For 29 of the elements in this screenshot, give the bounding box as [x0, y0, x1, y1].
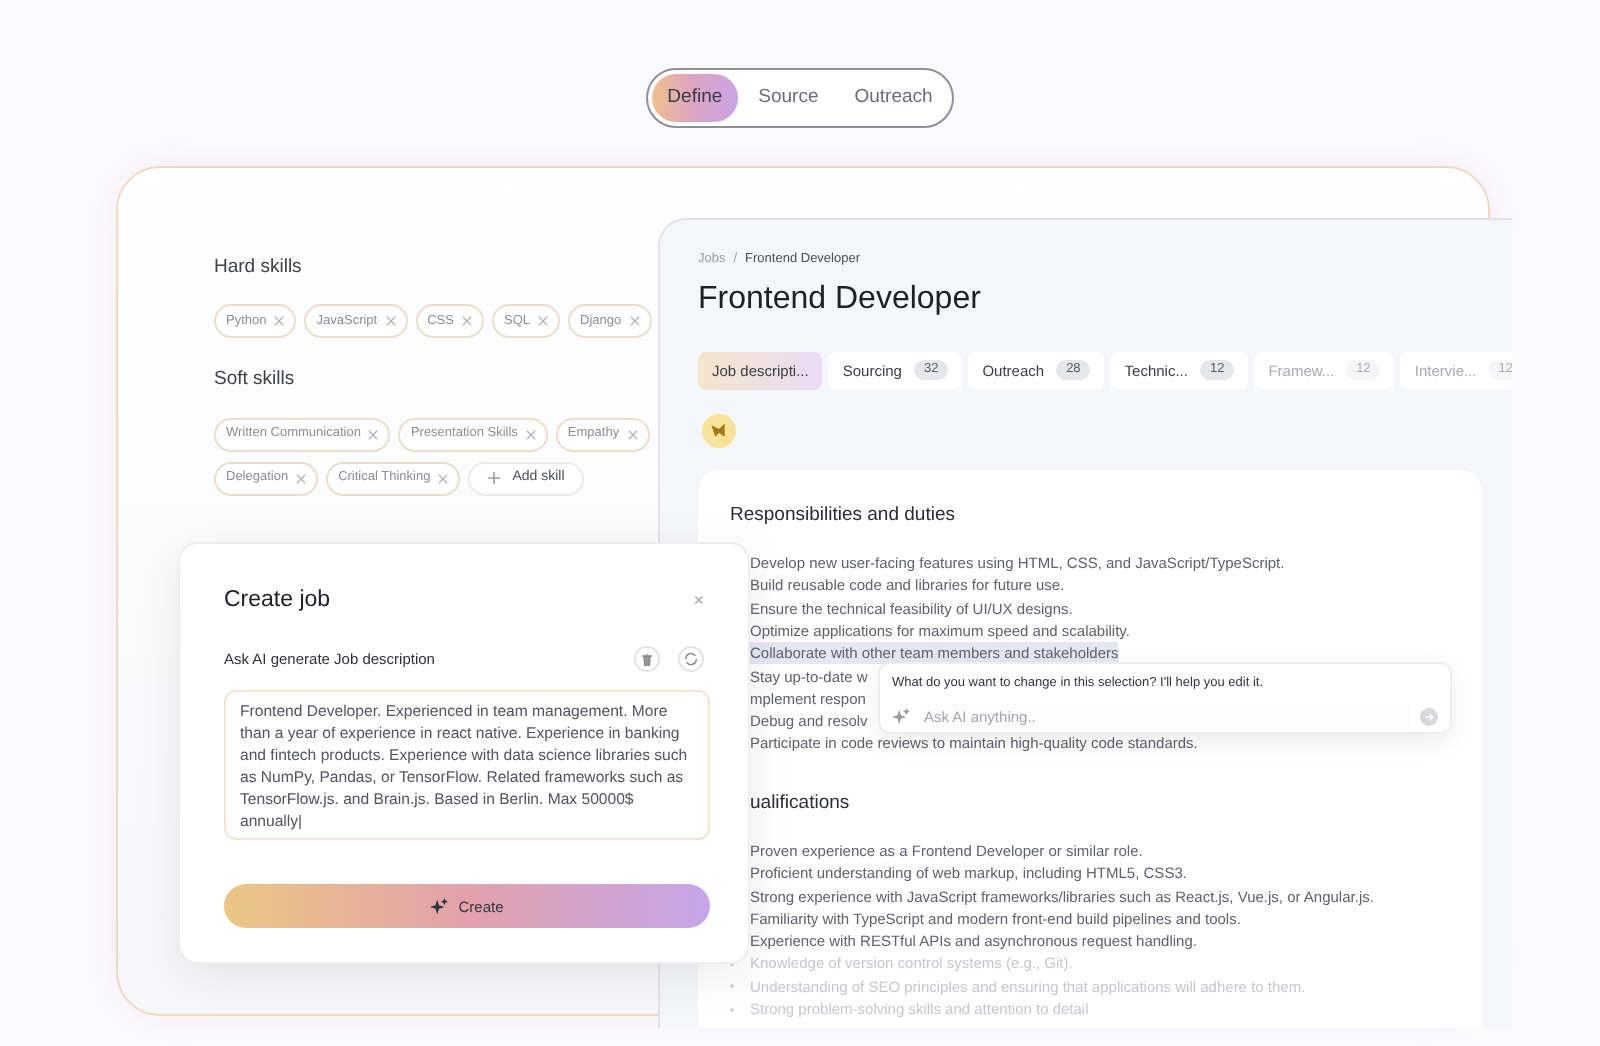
send-icon[interactable]: [1420, 707, 1438, 726]
sparkle-icon: [430, 897, 449, 916]
close-button[interactable]: ×: [693, 592, 704, 611]
remove-icon[interactable]: [525, 429, 536, 439]
remove-icon[interactable]: [538, 316, 548, 327]
dialog-title: Create job: [224, 586, 331, 616]
remove-icon[interactable]: [296, 473, 307, 483]
job-title: Frontend Developer: [698, 279, 983, 320]
remove-icon[interactable]: [461, 316, 472, 327]
section-heading: Hard skills: [214, 254, 304, 282]
section-heading: Soft skills: [214, 366, 297, 395]
nav-tab[interactable]: Outreach: [838, 74, 949, 122]
trash-icon: [642, 653, 652, 666]
delete-button[interactable]: [634, 646, 660, 673]
regenerate-button[interactable]: [678, 646, 704, 673]
emblem-icon: [702, 413, 736, 448]
remove-icon[interactable]: [438, 473, 449, 483]
section-heading: ualifications: [748, 789, 852, 818]
remove-icon[interactable]: [368, 429, 379, 439]
nav-tab[interactable]: Source: [742, 74, 835, 122]
nav-tab[interactable]: Define: [651, 74, 739, 122]
sparkle-icon: [892, 707, 910, 726]
remove-icon[interactable]: [627, 429, 638, 439]
remove-icon[interactable]: [629, 316, 640, 327]
refresh-icon: [684, 652, 698, 667]
remove-icon[interactable]: [385, 316, 396, 327]
section-heading: Responsibilities and duties: [730, 501, 957, 530]
remove-icon[interactable]: [274, 316, 285, 327]
plus-icon: [488, 472, 501, 484]
